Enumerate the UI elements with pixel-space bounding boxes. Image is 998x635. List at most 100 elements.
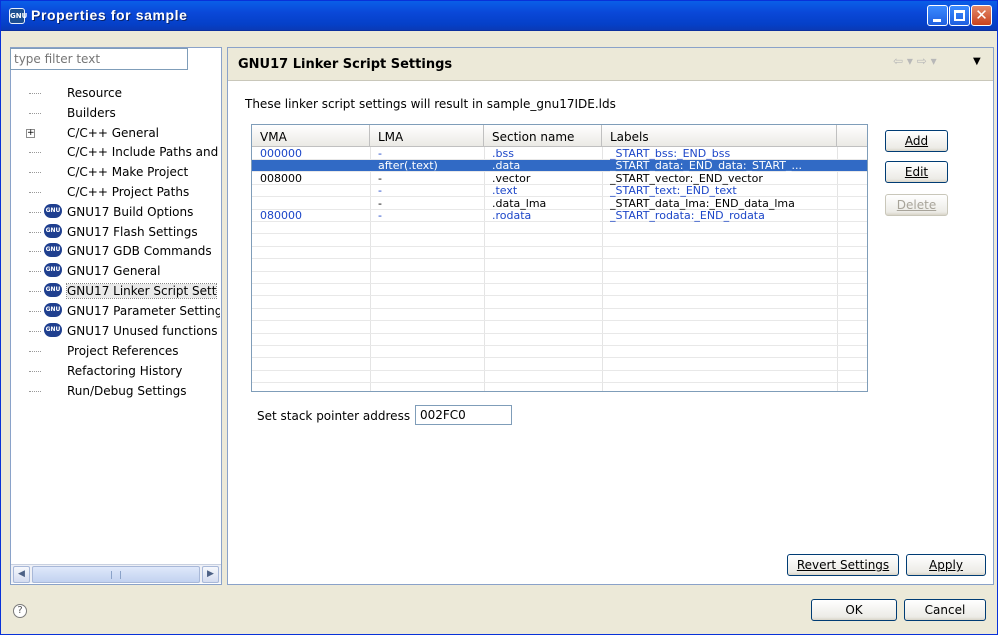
- scroll-thumb[interactable]: [32, 566, 200, 583]
- gnu-icon: GNU: [44, 224, 62, 238]
- tree-item-label: Project References: [67, 344, 179, 358]
- tree-item[interactable]: GNU GNU17 GDB Commands: [11, 241, 220, 261]
- scroll-right-button[interactable]: ▶: [202, 566, 219, 583]
- table-cell-section: .vector: [492, 172, 531, 185]
- tree-line: [29, 172, 41, 173]
- minimize-icon: [933, 19, 941, 22]
- gnu-icon: GNU: [44, 323, 62, 337]
- delete-button[interactable]: Delete: [885, 194, 948, 216]
- tree-item[interactable]: Resource: [11, 83, 220, 103]
- table-cell-labels: _START_bss:_END_bss: [610, 148, 731, 160]
- table-row[interactable]: [252, 247, 867, 260]
- tree-line: [29, 232, 41, 233]
- tree-item[interactable]: GNU GNU17 Flash Settings: [11, 222, 220, 242]
- tree-item[interactable]: + C/C++ General: [11, 123, 220, 143]
- edit-button[interactable]: Edit: [885, 161, 948, 183]
- table-row[interactable]: [252, 309, 867, 322]
- table-cell-labels: _START_data_lma:_END_data_lma: [610, 197, 795, 210]
- table-row[interactable]: [252, 260, 867, 272]
- tree-item[interactable]: GNU GNU17 Linker Script Sett: [11, 281, 220, 301]
- tree-item[interactable]: Builders: [11, 103, 220, 123]
- grip-icon: [111, 571, 121, 579]
- table-cell-section: .rodata: [492, 210, 532, 222]
- column-header-labels[interactable]: Labels: [602, 125, 837, 147]
- table-cell-vma: 080000: [260, 210, 302, 222]
- tree-item[interactable]: GNU GNU17 General: [11, 261, 220, 281]
- table-row[interactable]: [252, 371, 867, 384]
- tree-item[interactable]: C/C++ Make Project: [11, 162, 220, 182]
- tree-item[interactable]: GNU GNU17 Unused functions: [11, 321, 220, 341]
- table-row[interactable]: [252, 359, 867, 371]
- tree-line: [29, 271, 41, 272]
- tree-item-label: C/C++ Project Paths: [67, 185, 190, 199]
- table-row[interactable]: 000000 - .bss _START_bss:_END_bss: [252, 148, 867, 160]
- table-row[interactable]: - .text _START_text:_END_text: [252, 185, 867, 198]
- horizontal-scrollbar[interactable]: ◀ ▶: [11, 564, 221, 583]
- tree-item-label: GNU17 Flash Settings: [67, 225, 198, 239]
- table-cell-labels: _START_text:_END_text: [610, 185, 737, 198]
- edit-label: Edit: [904, 165, 929, 179]
- close-button[interactable]: ✕: [971, 5, 992, 26]
- table-row[interactable]: [252, 272, 867, 284]
- tree-item-label: GNU17 GDB Commands: [67, 244, 212, 258]
- table-row[interactable]: - .data_lma _START_data_lma:_END_data_lma: [252, 198, 867, 210]
- tree-line: [29, 251, 41, 252]
- delete-label: Delete: [896, 198, 937, 212]
- expand-icon[interactable]: +: [26, 129, 35, 138]
- back-forward-arrows-icon[interactable]: ⇦ ▾ ⇨ ▾: [893, 54, 937, 68]
- table-cell-labels: _START_data:_END_data:_START_...: [610, 160, 802, 173]
- tree-item[interactable]: Refactoring History: [11, 361, 220, 381]
- tree-item[interactable]: C/C++ Project Paths: [11, 182, 220, 202]
- stack-pointer-input[interactable]: [415, 405, 512, 425]
- table-row[interactable]: [252, 346, 867, 359]
- table-row[interactable]: [252, 222, 867, 235]
- table-row[interactable]: after(.text) .data _START_data:_END_data:_…: [252, 160, 867, 173]
- table-cell-lma: -: [378, 210, 382, 222]
- tree-item-label: GNU17 General: [67, 264, 161, 278]
- tree-item-label: GNU17 Linker Script Sett: [65, 283, 218, 299]
- gnu-icon: GNU: [44, 243, 62, 257]
- revert-label: Revert Settings: [796, 558, 890, 572]
- table-cell-vma: [260, 198, 365, 210]
- table-cell-section: .data_lma: [492, 197, 547, 210]
- tree-item[interactable]: C/C++ Include Paths and: [11, 142, 220, 162]
- apply-button[interactable]: Apply: [906, 554, 986, 576]
- tree-item[interactable]: Run/Debug Settings: [11, 381, 220, 401]
- table-cell-section: .bss: [492, 148, 514, 160]
- table-row[interactable]: [252, 297, 867, 309]
- column-header-vma[interactable]: VMA: [252, 125, 370, 147]
- table-cell-vma: 008000: [260, 172, 302, 185]
- maximize-icon: [954, 10, 965, 21]
- tree-line: [29, 371, 41, 372]
- column-header-section[interactable]: Section name: [484, 125, 602, 147]
- minimize-button[interactable]: [927, 5, 948, 26]
- table-row[interactable]: [252, 322, 867, 334]
- tree-item[interactable]: Project References: [11, 341, 220, 361]
- table-row[interactable]: 080000 - .rodata _START_rodata:_END_rodata: [252, 210, 867, 222]
- filter-input[interactable]: [10, 48, 188, 70]
- title-bar[interactable]: GNU Properties for sample ✕: [1, 1, 997, 31]
- stack-pointer-label: Set stack pointer address: [257, 409, 411, 423]
- table-row[interactable]: [252, 235, 867, 247]
- table-row[interactable]: [252, 284, 867, 297]
- table-row[interactable]: [252, 334, 867, 346]
- revert-settings-button[interactable]: Revert Settings: [787, 554, 899, 576]
- tree-item[interactable]: GNU GNU17 Build Options: [11, 202, 220, 222]
- table-cell-lma: -: [378, 197, 382, 210]
- scroll-left-button[interactable]: ◀: [13, 566, 30, 583]
- table-cell-section: .data: [492, 160, 521, 173]
- column-header-lma[interactable]: LMA: [370, 125, 484, 147]
- view-menu-icon[interactable]: ▼: [973, 56, 981, 67]
- column-header-filler: [837, 125, 867, 147]
- cancel-button[interactable]: Cancel: [904, 599, 986, 621]
- tree-line: [29, 391, 41, 392]
- tree-item[interactable]: GNU GNU17 Parameter Setting: [11, 301, 220, 321]
- ok-button[interactable]: OK: [811, 599, 897, 621]
- tree-item-label: Resource: [67, 86, 123, 100]
- tree-item-label: C/C++ Make Project: [67, 165, 189, 179]
- table-row[interactable]: 008000 - .vector _START_vector:_END_vector: [252, 173, 867, 185]
- maximize-button[interactable]: [949, 5, 970, 26]
- add-button[interactable]: Add: [885, 130, 948, 152]
- sections-table[interactable]: VMA LMA Section name Labels 000000 - .bss _…: [251, 124, 868, 392]
- help-icon[interactable]: ?: [13, 604, 27, 618]
